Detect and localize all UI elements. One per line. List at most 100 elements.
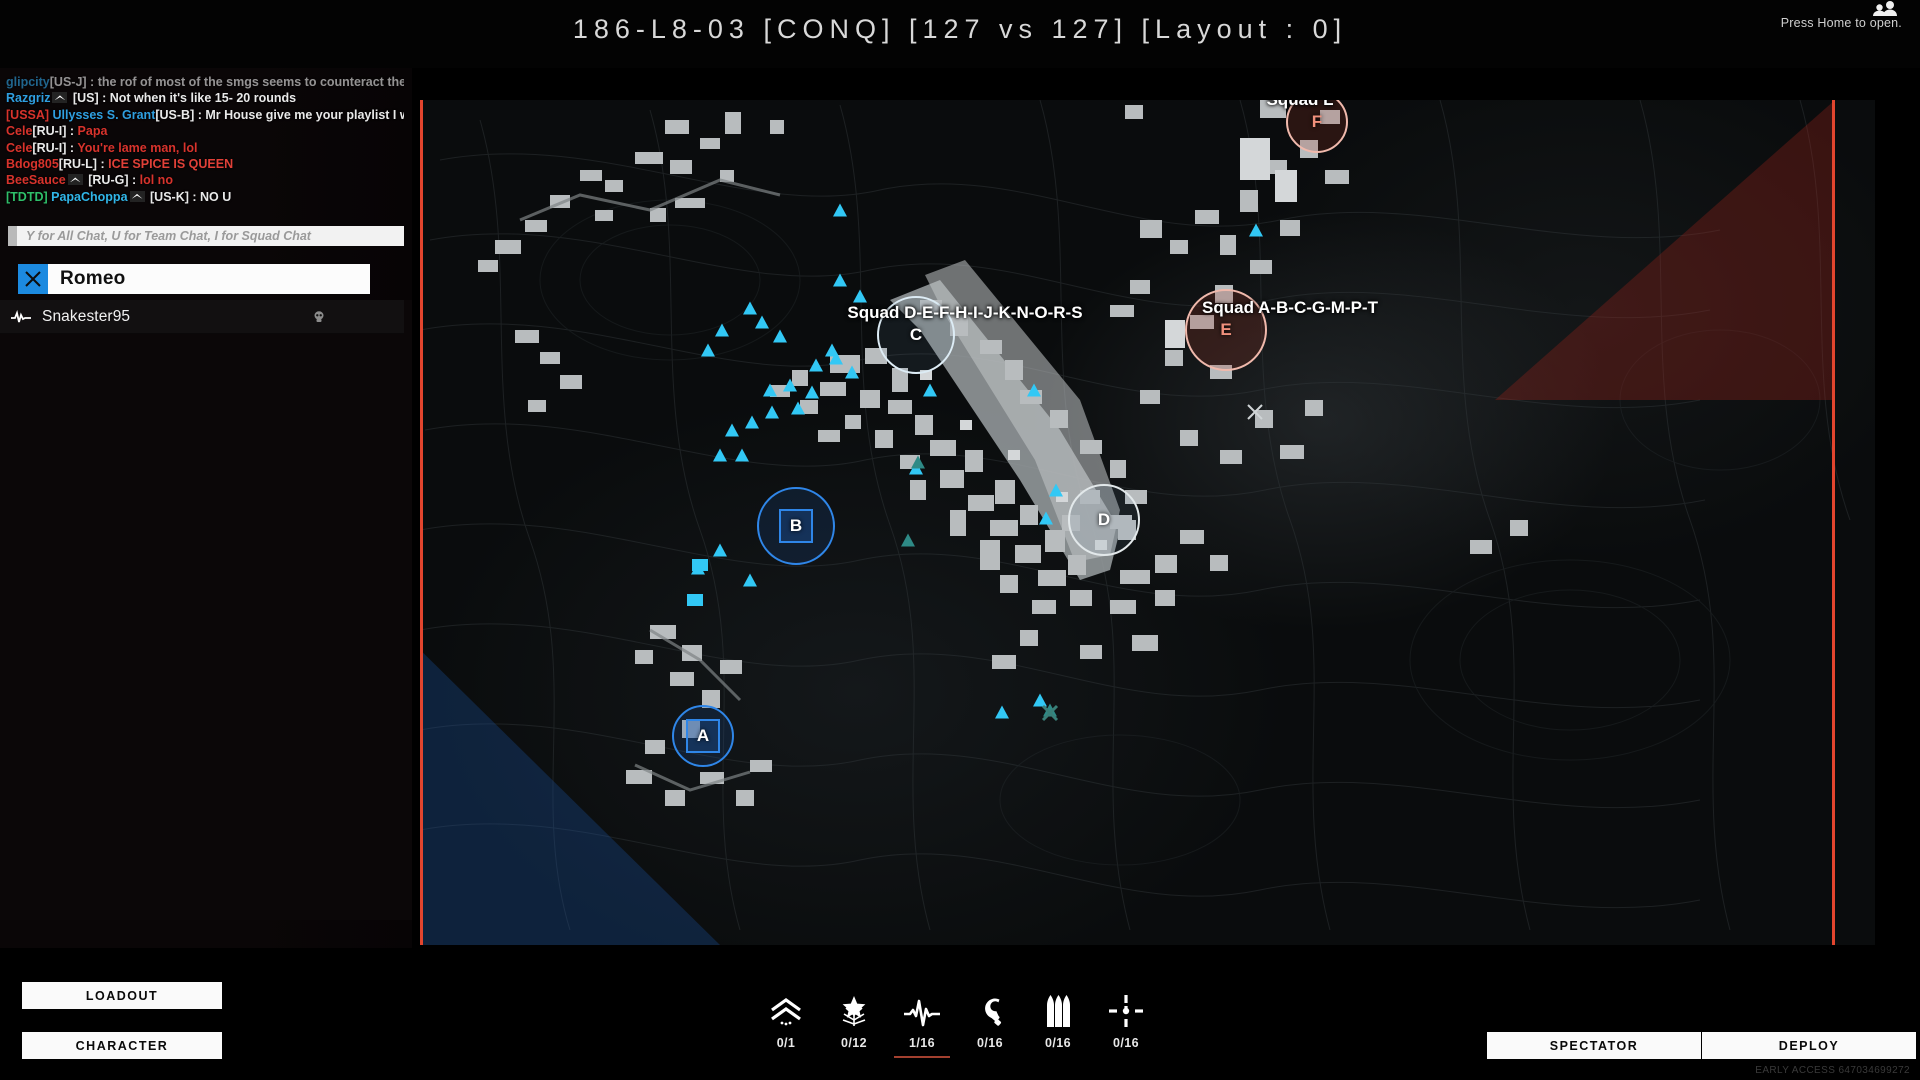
role-count: 1/16	[909, 1036, 935, 1050]
role-count: 0/16	[977, 1036, 1003, 1050]
capture-letter: A	[696, 726, 710, 745]
capture-letter: B	[789, 516, 803, 535]
squad-header: Romeo	[18, 264, 370, 294]
chat-segment: glipcity	[6, 75, 50, 89]
role-officer[interactable]: 0/12	[820, 989, 888, 1058]
enemy-marker	[911, 455, 925, 469]
rally-point-icon	[1247, 404, 1263, 420]
chat-input[interactable]	[17, 226, 404, 246]
chat-segment: Cele	[6, 140, 33, 155]
friendly-marker	[743, 301, 757, 315]
chat-segment: Mr House give me your playlist I want it	[205, 107, 404, 122]
chat-line: [USSA] Ullysses S. Grant[US-B] : Mr Hous…	[6, 107, 404, 123]
friendly-marker	[805, 385, 819, 399]
chat-channel-indicator	[8, 226, 17, 246]
friendly-marker	[1027, 383, 1041, 397]
chat-segment: Ullysses S. Grant	[52, 107, 156, 122]
friendly-marker	[783, 378, 797, 392]
top-bar: 186-L8-03 [CONQ] [127 vs 127] [Layout : …	[0, 0, 1920, 68]
role-count: 0/1	[776, 1036, 796, 1050]
friendly-marker	[833, 203, 847, 217]
chat-segment: You're lame man, lol	[77, 140, 198, 155]
people-icon[interactable]	[1872, 0, 1898, 16]
squad-label-L: Squad L	[1266, 100, 1333, 110]
capture-letter: E	[1220, 320, 1232, 339]
squad-name-box[interactable]: Romeo	[48, 264, 370, 294]
squad-member-list: Snakester95	[0, 300, 412, 920]
chat-segment: Bdog805	[6, 157, 59, 172]
friendly-marker	[995, 705, 1009, 719]
wrench-icon	[974, 989, 1006, 1027]
friendly-marker	[701, 343, 715, 357]
chat-segment: Razgriz	[6, 91, 51, 106]
squad-badge-icon	[52, 92, 68, 104]
role-count: 0/12	[841, 1036, 867, 1050]
friendly-marker	[713, 448, 727, 462]
home-hint-label: Press Home to open.	[1780, 16, 1902, 30]
chat-segment: [US-J] :	[49, 75, 98, 89]
role-count: 0/16	[1045, 1036, 1071, 1050]
chat-segment: [US-B] :	[155, 107, 206, 122]
medic-icon	[0, 309, 42, 324]
close-icon	[25, 271, 41, 287]
friendly-marker	[763, 383, 777, 397]
chat-segment: Cele	[6, 124, 33, 139]
deploy-button[interactable]: DEPLOY	[1702, 1032, 1916, 1059]
squad-label-east: Squad A-B-C-G-M-P-T	[1202, 298, 1378, 317]
objective-flag	[687, 594, 703, 606]
friendly-marker	[755, 315, 769, 329]
chat-segment: BeeSauce	[6, 173, 66, 188]
role-medic[interactable]: 1/16	[888, 989, 956, 1058]
role-support[interactable]: 0/16	[1024, 989, 1092, 1058]
chat-line: BeeSauce [RU-G] : lol no	[6, 172, 400, 188]
squad-badge-icon	[129, 190, 145, 202]
role-squad-leader[interactable]: 0/1	[752, 989, 820, 1058]
friendly-marker	[735, 448, 749, 462]
squad-name: Romeo	[60, 268, 126, 289]
chat-segment: PapaChoppa	[51, 189, 128, 204]
chat-segment: [RU-G] :	[84, 173, 140, 188]
friendly-marker	[715, 323, 729, 337]
game-deploy-screen: 186-L8-03 [CONQ] [127 vs 127] [Layout : …	[0, 0, 1920, 1080]
chat-line: glipcity[US-J] : the rof of most of the …	[6, 74, 404, 90]
chat-log: glipcity[US-J] : the rof of most of the …	[0, 68, 404, 223]
friendly-marker	[1249, 223, 1263, 237]
friendly-marker	[713, 543, 727, 557]
friendly-marker	[833, 273, 847, 287]
spectator-button[interactable]: SPECTATOR	[1487, 1032, 1701, 1059]
friendly-marker	[745, 415, 759, 429]
friendly-marker	[1049, 483, 1063, 497]
pulse-icon	[903, 989, 941, 1027]
friendly-marker	[743, 573, 757, 587]
role-recon[interactable]: 0/16	[1092, 989, 1160, 1058]
chat-segment: [USSA]	[6, 107, 53, 122]
chat-segment: lol no	[139, 173, 173, 188]
role-count: 0/16	[1113, 1036, 1139, 1050]
chat-segment: [TDTD]	[6, 189, 52, 204]
friendly-marker	[853, 289, 867, 303]
capture-letter: D	[1097, 510, 1111, 529]
friendly-marker	[765, 405, 779, 419]
squad-member-row[interactable]: Snakester95	[0, 300, 404, 334]
capture-letter: F	[1311, 112, 1323, 131]
star-wheat-icon	[837, 989, 871, 1027]
chat-segment: [US-K] :	[146, 189, 200, 204]
character-button[interactable]: CHARACTER	[22, 1032, 222, 1059]
chat-line: Cele[RU-I] : You're lame man, lol	[6, 140, 400, 156]
loadout-button[interactable]: LOADOUT	[22, 982, 222, 1009]
squad-label-mid: Squad D-E-F-H-I-J-K-N-O-R-S	[847, 303, 1083, 322]
tactical-map[interactable]: A B C D E F Squad L Squad D-E-F-H-I-J-K-…	[420, 100, 1875, 945]
friendly-marker	[809, 358, 823, 372]
squad-badge-icon	[67, 174, 83, 186]
crosshair-icon	[1109, 989, 1143, 1027]
chat-line: Cele[RU-I] : Papa	[6, 123, 400, 139]
chat-segment: [US] :	[69, 91, 110, 106]
role-engineer[interactable]: 0/16	[956, 989, 1024, 1058]
skull-icon	[314, 310, 324, 322]
leave-squad-button[interactable]	[18, 264, 48, 294]
friendly-marker	[773, 329, 787, 343]
chat-input-row[interactable]	[8, 226, 404, 246]
friendly-marker	[829, 351, 843, 365]
friendly-marker	[923, 383, 937, 397]
chat-segment: Papa	[77, 124, 108, 139]
